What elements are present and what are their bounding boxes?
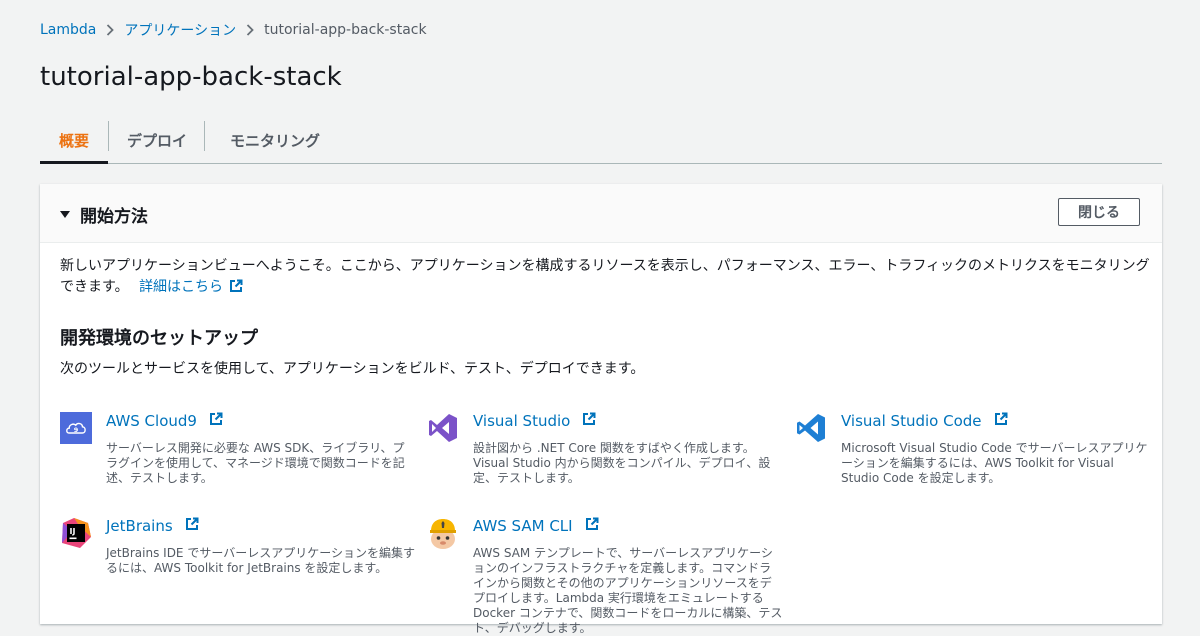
jetbrains-description: JetBrains IDE でサーバーレスアプリケーションを編集するには、AWS… [106, 546, 415, 575]
panel-header: 開始方法 閉じる [40, 184, 1162, 243]
external-link-icon [185, 517, 199, 535]
vscode-description: Microsoft Visual Studio Code でサーバーレスアプリケ… [841, 441, 1148, 485]
svg-text:9: 9 [74, 426, 79, 434]
tab-bar: 概要 デプロイ モニタリング [40, 117, 1162, 164]
external-link-icon [582, 412, 596, 430]
visual-studio-name: Visual Studio [473, 412, 571, 430]
external-link-icon [209, 412, 223, 430]
vscode-link[interactable]: Visual Studio Code [841, 412, 1008, 430]
chevron-right-icon [106, 24, 115, 36]
vscode-name: Visual Studio Code [841, 412, 982, 430]
sam-cli-name: AWS SAM CLI [473, 517, 573, 535]
tab-overview[interactable]: 概要 [40, 117, 108, 164]
sam-cli-description: AWS SAM テンプレートで、サーバーレスアプリケーションのインフラストラクチ… [473, 546, 783, 635]
external-link-icon [585, 517, 599, 535]
breadcrumb-current: tutorial-app-back-stack [264, 22, 427, 38]
getting-started-panel: 開始方法 閉じる 新しいアプリケーションビューへようこそ。ここから、アプリケーシ… [40, 184, 1162, 635]
cloud9-description: サーバーレス開発に必要な AWS SDK、ライブラリ、プラグインを使用して、マネ… [106, 441, 405, 485]
caret-down-icon [60, 211, 70, 218]
breadcrumb-lambda-link[interactable]: Lambda [40, 22, 96, 38]
page-title: tutorial-app-back-stack [40, 62, 342, 92]
external-link-icon [229, 279, 243, 300]
sam-cli-link[interactable]: AWS SAM CLI [473, 517, 599, 535]
setup-description: 次のツールとサービスを使用して、アプリケーションをビルド、テスト、デプロイできま… [60, 361, 645, 377]
jetbrains-link[interactable]: JetBrains [106, 517, 199, 535]
breadcrumb-applications-link[interactable]: アプリケーション [124, 20, 236, 40]
cloud9-name: AWS Cloud9 [106, 412, 197, 430]
jetbrains-name: JetBrains [106, 517, 173, 535]
sam-squirrel-icon [427, 517, 459, 549]
close-button[interactable]: 閉じる [1058, 198, 1140, 226]
tab-monitoring[interactable]: モニタリング [205, 117, 345, 163]
panel-toggle[interactable]: 開始方法 [60, 202, 148, 227]
chevron-right-icon [246, 24, 254, 36]
panel-title: 開始方法 [80, 207, 148, 227]
visual-studio-icon [427, 412, 459, 444]
learn-more-link[interactable]: 詳細はこちら [139, 279, 243, 295]
external-link-icon [994, 412, 1008, 430]
svg-text:IJ: IJ [70, 527, 76, 536]
learn-more-label: 詳細はこちら [139, 279, 224, 295]
visual-studio-link[interactable]: Visual Studio [473, 412, 596, 430]
breadcrumb: Lambda アプリケーション tutorial-app-back-stack [40, 20, 427, 40]
jetbrains-icon: IJ [60, 517, 92, 549]
vscode-icon [795, 412, 827, 444]
tab-deploy[interactable]: デプロイ [109, 117, 205, 163]
intro-text: 新しいアプリケーションビューへようこそ。ここから、アプリケーションを構成するリソ… [60, 256, 1150, 300]
cloud9-icon: 9 [60, 412, 92, 444]
cloud9-link[interactable]: AWS Cloud9 [106, 412, 223, 430]
setup-title: 開発環境のセットアップ [60, 328, 258, 349]
visual-studio-description: 設計図から .NET Core 関数をすばやく作成します。Visual Stud… [473, 441, 771, 485]
